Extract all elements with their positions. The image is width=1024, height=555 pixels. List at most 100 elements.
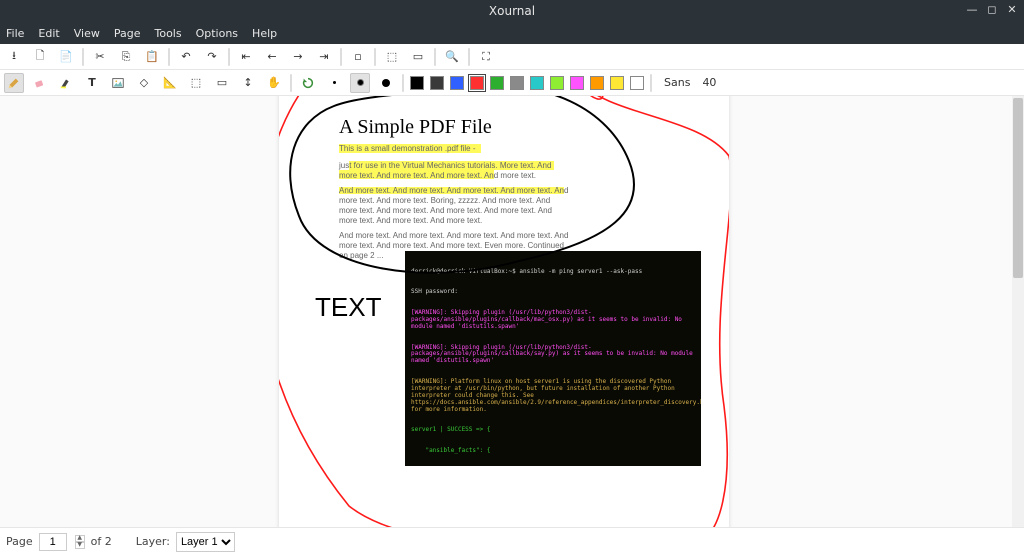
separator — [228, 48, 230, 66]
open-button[interactable]: 🗋 — [30, 47, 50, 67]
menu-view[interactable]: View — [74, 27, 100, 40]
layer-label: Layer: — [136, 535, 170, 548]
page-number-input[interactable] — [39, 533, 67, 551]
menu-edit[interactable]: Edit — [38, 27, 59, 40]
text-tool[interactable]: T — [82, 73, 102, 93]
separator — [168, 48, 170, 66]
color-black[interactable] — [410, 76, 424, 90]
default-pen-button[interactable] — [298, 73, 318, 93]
separator — [374, 48, 376, 66]
select-rect-tool[interactable]: ▭ — [212, 73, 232, 93]
pen-stroke-red — [579, 96, 603, 99]
page-label: Page — [6, 535, 33, 548]
separator — [468, 48, 470, 66]
image-tool[interactable] — [108, 73, 128, 93]
text-annotation[interactable]: TEXT — [315, 292, 381, 323]
ruler-tool[interactable]: 📐 — [160, 73, 180, 93]
separator — [434, 48, 436, 66]
color-green[interactable] — [490, 76, 504, 90]
term-line: SSH password: — [411, 289, 695, 296]
last-page-button[interactable]: ⇥ — [314, 47, 334, 67]
zoom-in-button[interactable]: 🔍 — [442, 47, 462, 67]
fullscreen-button[interactable]: ⛶ — [476, 47, 496, 67]
menu-page[interactable]: Page — [114, 27, 141, 40]
term-line: [WARNING]: Skipping plugin (/usr/lib/pyt… — [411, 310, 695, 331]
color-red[interactable] — [470, 76, 484, 90]
page[interactable]: A Simple PDF File This is a small demons… — [279, 96, 729, 527]
maximize-button[interactable]: ◻ — [986, 3, 998, 15]
color-gray[interactable] — [510, 76, 524, 90]
app-title: Xournal — [489, 4, 535, 18]
statusbar: Page ▲▼ of 2 Layer: Layer 1 — [0, 527, 1024, 555]
image-icon — [111, 76, 125, 90]
paste-button[interactable]: 📋 — [142, 47, 162, 67]
pdf-body-2: just for use in the Virtual Mechanics tu… — [339, 161, 559, 181]
next-page-button[interactable]: → — [288, 47, 308, 67]
pdf-title: A Simple PDF File — [339, 116, 492, 139]
term-line: derrick@derrick-VirtualBox:~$ ansible -m… — [411, 269, 695, 276]
fit-width-button[interactable]: ▭ — [408, 47, 428, 67]
page-spinner[interactable]: ▲▼ — [75, 535, 85, 549]
select-region-tool[interactable]: ⬚ — [186, 73, 206, 93]
pen-thin[interactable] — [324, 73, 344, 93]
pencil-icon — [7, 76, 21, 90]
color-cyan[interactable] — [530, 76, 544, 90]
eraser-icon — [33, 76, 47, 90]
separator — [290, 74, 292, 92]
first-page-button[interactable]: ⇤ — [236, 47, 256, 67]
menu-help[interactable]: Help — [252, 27, 277, 40]
layer-select[interactable]: Layer 1 — [176, 532, 235, 552]
vertical-space-tool[interactable]: ↕ — [238, 73, 258, 93]
cut-button[interactable]: ✂ — [90, 47, 110, 67]
menubar: File Edit View Page Tools Options Help — [0, 22, 1024, 44]
minimize-button[interactable]: — — [966, 3, 978, 15]
color-lightgreen[interactable] — [550, 76, 564, 90]
color-orange[interactable] — [590, 76, 604, 90]
font-family-label[interactable]: Sans — [664, 76, 690, 89]
copy-button[interactable]: ⎘ — [116, 47, 136, 67]
color-yellow[interactable] — [610, 76, 624, 90]
scrollbar-thumb[interactable] — [1013, 98, 1023, 278]
pdf-body-3: And more text. And more text. And more t… — [339, 186, 569, 226]
separator — [402, 74, 404, 92]
pen-medium[interactable] — [350, 73, 370, 93]
separator — [340, 48, 342, 66]
page-total-label: of 2 — [91, 535, 112, 548]
fit-page-button[interactable]: ⬚ — [382, 47, 402, 67]
vertical-scrollbar[interactable] — [1012, 96, 1024, 527]
chevron-down-icon[interactable]: ▼ — [75, 542, 85, 549]
shape-recognizer-tool[interactable]: ◇ — [134, 73, 154, 93]
titlebar: Xournal — ◻ ✕ — [0, 0, 1024, 22]
color-blue[interactable] — [450, 76, 464, 90]
hand-tool[interactable]: ✋ — [264, 73, 284, 93]
undo-button[interactable]: ↶ — [176, 47, 196, 67]
color-magenta[interactable] — [570, 76, 584, 90]
zoom-out-button[interactable]: ▫ — [348, 47, 368, 67]
pdf-body-1: This is a small demonstration .pdf file … — [339, 144, 579, 154]
highlighter-icon — [59, 76, 73, 90]
font-size-label[interactable]: 40 — [702, 76, 716, 89]
prev-page-button[interactable]: ← — [262, 47, 282, 67]
new-button[interactable]: 📄 — [56, 47, 76, 67]
pen-thick[interactable] — [376, 73, 396, 93]
color-white[interactable] — [630, 76, 644, 90]
canvas-area[interactable]: A Simple PDF File This is a small demons… — [0, 96, 1024, 527]
highlighter-tool[interactable] — [56, 73, 76, 93]
redo-button[interactable]: ↷ — [202, 47, 222, 67]
close-button[interactable]: ✕ — [1006, 3, 1018, 15]
menu-options[interactable]: Options — [196, 27, 238, 40]
pen-tool[interactable] — [4, 73, 24, 93]
color-darkgray[interactable] — [430, 76, 444, 90]
separator — [82, 48, 84, 66]
eraser-tool[interactable] — [30, 73, 50, 93]
menu-tools[interactable]: Tools — [154, 27, 181, 40]
reset-icon — [301, 76, 315, 90]
toolbar-file: ⭳ 🗋 📄 ✂ ⎘ 📋 ↶ ↷ ⇤ ← → ⇥ ▫ ⬚ ▭ 🔍 ⛶ — [0, 44, 1024, 70]
inserted-image-terminal[interactable]: derrick@derrick-VirtualBox:~$ ansible -m… — [405, 251, 701, 466]
separator — [650, 74, 652, 92]
term-line: server1 | SUCCESS => { — [411, 427, 695, 434]
save-button[interactable]: ⭳ — [4, 47, 24, 67]
term-line: [WARNING]: Platform linux on host server… — [411, 379, 695, 413]
term-line: "ansible_facts": { — [411, 448, 695, 455]
menu-file[interactable]: File — [6, 27, 24, 40]
